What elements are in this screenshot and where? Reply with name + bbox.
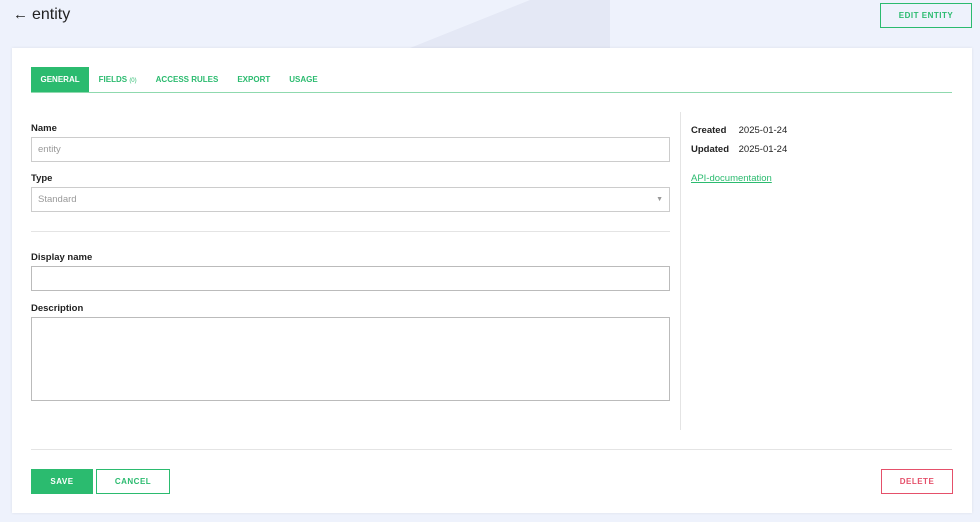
tab-access-rules[interactable]: ACCESS RULES <box>146 67 228 92</box>
created-label: Created <box>691 125 727 136</box>
tab-fields[interactable]: FIELDS (0) <box>89 67 146 92</box>
vertical-divider <box>680 112 681 430</box>
created-row: Created 2025-01-24 <box>691 125 787 136</box>
delete-button[interactable]: DELETE <box>881 469 953 494</box>
arrow-left-icon[interactable]: ← <box>13 6 28 23</box>
type-label: Type <box>31 173 53 184</box>
tab-general[interactable]: GENERAL <box>31 67 90 92</box>
updated-row: Updated 2025-01-24 <box>691 144 787 155</box>
api-documentation-link[interactable]: API-documentation <box>691 173 772 184</box>
tab-label: FIELDS <box>98 75 128 84</box>
page-header: ← entity EDIT ENTITY <box>0 0 980 40</box>
display-name-label: Display name <box>31 252 93 263</box>
created-value: 2025-01-24 <box>738 125 788 136</box>
name-input[interactable]: entity <box>31 137 670 162</box>
description-label: Description <box>31 303 84 314</box>
cancel-button[interactable]: CANCEL <box>96 469 170 494</box>
updated-value: 2025-01-24 <box>738 144 788 155</box>
page-title: entity <box>32 6 71 23</box>
tab-export[interactable]: EXPORT <box>228 67 280 92</box>
type-select[interactable]: Standard ▼ <box>31 187 670 212</box>
description-textarea[interactable] <box>31 317 670 401</box>
divider <box>31 231 670 232</box>
fields-count: (0) <box>129 78 137 84</box>
divider <box>31 449 952 450</box>
type-value: Standard <box>38 194 77 205</box>
save-button[interactable]: SAVE <box>31 469 93 494</box>
name-label: Name <box>31 123 57 134</box>
caret-down-icon: ▼ <box>656 196 663 203</box>
tab-bar: GENERAL FIELDS (0) ACCESS RULES EXPORT U… <box>31 67 952 93</box>
entity-card: GENERAL FIELDS (0) ACCESS RULES EXPORT U… <box>12 48 972 513</box>
edit-entity-button[interactable]: EDIT ENTITY <box>880 3 972 28</box>
display-name-input[interactable] <box>31 266 670 291</box>
updated-label: Updated <box>691 144 729 155</box>
tab-usage[interactable]: USAGE <box>280 67 327 92</box>
